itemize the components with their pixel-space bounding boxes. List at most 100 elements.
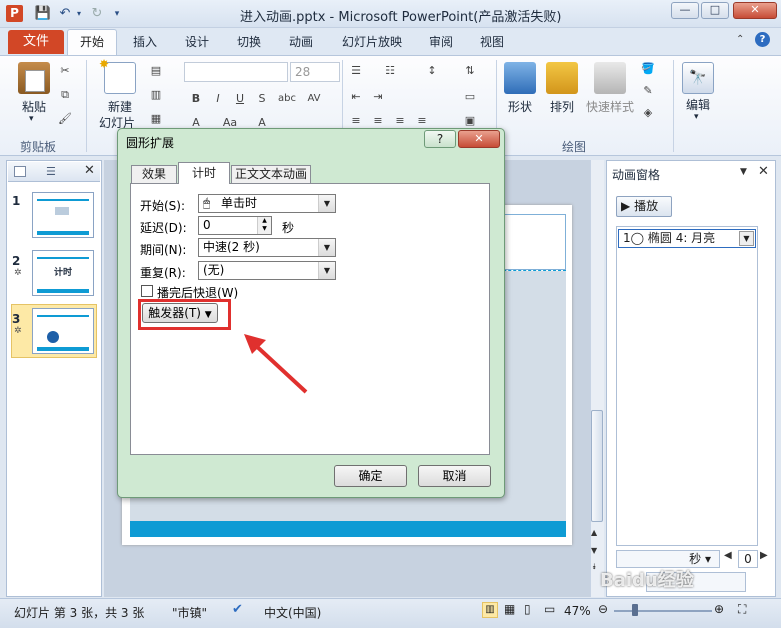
decrease-indent-icon[interactable]: ⇤ (348, 90, 364, 104)
animation-pane-menu-icon[interactable]: ▼ (740, 167, 747, 177)
underline-icon[interactable]: U (232, 92, 248, 106)
tab-effect[interactable]: 效果 (131, 165, 177, 183)
undo-dropdown-icon[interactable]: ▾ (70, 5, 88, 23)
zoom-slider-track[interactable] (614, 610, 712, 612)
cut-icon[interactable]: ✂ (57, 64, 73, 78)
slides-tab-icon[interactable] (14, 166, 26, 177)
save-icon[interactable]: 💾 (34, 5, 52, 23)
outline-tab-icon[interactable]: ☰ (46, 165, 56, 178)
font-size-combo[interactable]: 28 (290, 62, 340, 82)
edit-button[interactable]: 编辑 (680, 96, 716, 113)
tab-text-animation[interactable]: 正文文本动画 (231, 165, 311, 183)
shapes-button[interactable]: 形状 (502, 98, 538, 115)
prev-slide-icon[interactable]: ▲ (591, 528, 597, 537)
next-slide-icon[interactable]: ⯯ (592, 562, 597, 572)
arrange-icon[interactable] (546, 62, 578, 94)
tab-view[interactable]: 视图 (480, 33, 504, 50)
timeline-zero-field[interactable]: 0 (738, 550, 758, 568)
tab-insert[interactable]: 插入 (133, 33, 157, 50)
close-button[interactable]: ✕ (733, 2, 777, 19)
animation-item-dropdown-icon[interactable]: ▼ (739, 231, 754, 246)
font-name-combo[interactable] (184, 62, 288, 82)
italic-icon[interactable]: I (210, 92, 226, 106)
close-slides-pane-icon[interactable]: ✕ (84, 163, 95, 178)
start-select[interactable]: 🖱 单击时 ▼ (198, 194, 336, 213)
spell-check-icon[interactable]: ✔ (232, 602, 243, 617)
tab-timing[interactable]: 计时 (178, 162, 230, 184)
bullets-icon[interactable]: ☰ (348, 64, 364, 78)
zoom-level[interactable]: 47% (564, 604, 591, 618)
slide-sorter-icon[interactable]: ▦ (504, 602, 515, 616)
paste-button[interactable]: 粘贴 (18, 98, 50, 115)
bold-icon[interactable]: B (188, 92, 204, 106)
period-dropdown-icon[interactable]: ▼ (318, 239, 335, 256)
shape-effects-icon[interactable]: ◈ (640, 106, 656, 120)
align-left-icon[interactable]: ≡ (348, 114, 364, 128)
shadow-icon[interactable]: S (254, 92, 270, 106)
slideshow-view-icon[interactable]: ▭ (544, 602, 555, 616)
tab-review[interactable]: 审阅 (429, 33, 453, 50)
cancel-button[interactable]: 取消 (418, 465, 491, 487)
slide-thumbnail-1[interactable] (32, 192, 94, 238)
powerpoint-app-icon[interactable]: P (6, 5, 23, 22)
dialog-close-button[interactable]: ✕ (458, 130, 500, 148)
tab-animations[interactable]: 动画 (289, 33, 313, 50)
align-center-icon[interactable]: ≡ (370, 114, 386, 128)
smartart-icon[interactable]: ▣ (462, 114, 478, 128)
numbering-icon[interactable]: ☷ (382, 64, 398, 78)
quick-styles-button[interactable]: 快速样式 (584, 98, 636, 115)
align-right-icon[interactable]: ≡ (392, 114, 408, 128)
reset-icon[interactable]: ▥ (148, 88, 164, 102)
help-icon[interactable]: ? (755, 32, 770, 47)
zoom-out-icon[interactable]: ⊖ (598, 602, 608, 616)
minimize-ribbon-icon[interactable]: ⌃ (736, 34, 744, 45)
shape-outline-icon[interactable]: ✎ (640, 84, 656, 98)
maximize-button[interactable]: □ (701, 2, 729, 19)
scrollbar-thumb[interactable] (591, 410, 603, 522)
ok-button[interactable]: 确定 (334, 465, 407, 487)
layout-icon[interactable]: ▤ (148, 64, 164, 78)
redo-icon[interactable]: ↻ (88, 5, 106, 23)
repeat-select[interactable]: (无) ▼ (198, 261, 336, 280)
slide-thumbnail-2[interactable]: 计时 (32, 250, 94, 296)
zoom-in-icon[interactable]: ⊕ (714, 602, 724, 616)
increase-indent-icon[interactable]: ⇥ (370, 90, 386, 104)
delay-spinner-icon[interactable]: ▲ ▼ (257, 217, 271, 234)
paste-dropdown-icon[interactable]: ▾ (29, 114, 34, 124)
start-dropdown-icon[interactable]: ▼ (318, 195, 335, 212)
line-spacing-icon[interactable]: ↕ (424, 64, 440, 78)
animation-list-item[interactable]: 1◯ 椭圆 4: 月亮 (618, 229, 756, 248)
new-slide-icon[interactable]: ✸ (99, 57, 136, 94)
customize-qat-icon[interactable]: ▾ (108, 5, 126, 23)
reading-view-icon[interactable]: ▯ (524, 602, 531, 616)
new-slide-label[interactable]: 新建 (98, 98, 142, 115)
timeline-next-icon[interactable]: ▶ (760, 550, 768, 561)
rewind-checkbox[interactable] (141, 285, 153, 297)
dialog-help-button[interactable]: ? (424, 130, 456, 148)
justify-icon[interactable]: ≡ (414, 114, 430, 128)
theme-status[interactable]: "市镇" (172, 604, 207, 621)
paste-icon[interactable] (18, 62, 50, 94)
tab-home[interactable]: 开始 (67, 29, 117, 56)
language-status[interactable]: 中文(中国) (264, 604, 321, 621)
tab-slideshow[interactable]: 幻灯片放映 (342, 33, 402, 50)
format-painter-icon[interactable]: 🖌 (57, 112, 73, 126)
play-button[interactable]: ▶ 播放 (616, 196, 672, 217)
repeat-dropdown-icon[interactable]: ▼ (318, 262, 335, 279)
normal-view-icon[interactable]: ▥ (482, 602, 498, 618)
fit-to-window-icon[interactable]: ⛶ (738, 602, 746, 617)
slide-thumbnail-3[interactable] (32, 308, 94, 354)
copy-icon[interactable]: ⧉ (57, 88, 73, 102)
tab-design[interactable]: 设计 (185, 33, 209, 50)
zoom-slider-thumb[interactable] (632, 604, 638, 616)
align-text-icon[interactable]: ▭ (462, 90, 478, 104)
shapes-icon[interactable] (504, 62, 536, 94)
char-spacing-icon[interactable]: AV (306, 92, 322, 106)
edit-dropdown-icon[interactable]: ▾ (694, 112, 699, 122)
timeline-prev-icon[interactable]: ◀ (724, 550, 738, 568)
tab-file[interactable]: 文件 (8, 30, 64, 54)
strikethrough-icon[interactable]: abc (278, 92, 296, 106)
quick-styles-icon[interactable] (594, 62, 626, 94)
tab-transitions[interactable]: 切换 (237, 33, 261, 50)
minimize-button[interactable]: — (671, 2, 699, 19)
